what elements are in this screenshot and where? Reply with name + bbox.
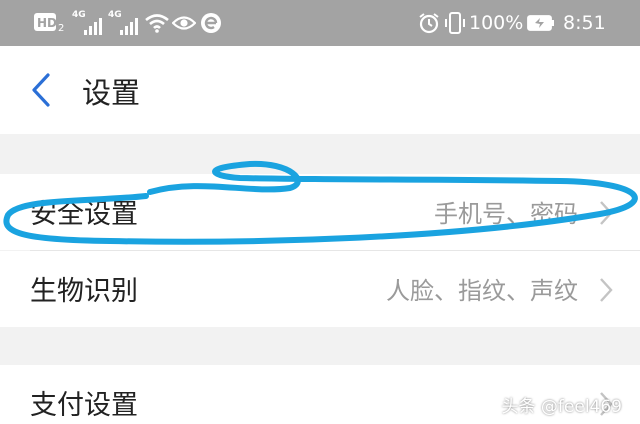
status-bar: HD 2 4G 4G 100% 8:51 [0, 0, 640, 46]
settings-row-security[interactable]: 安全设置 手机号、密码 [0, 174, 640, 250]
header: 设置 [0, 46, 640, 134]
hd-icon: HD 2 [34, 0, 66, 46]
watermark: 头条 @feel469 [501, 397, 622, 417]
svg-text:4G: 4G [108, 10, 122, 20]
clock: 8:51 [563, 12, 606, 34]
signal-icon: 4G [72, 0, 104, 46]
vibrate-icon [444, 0, 466, 46]
svg-text:4G: 4G [72, 10, 86, 20]
row-label: 安全设置 [30, 199, 138, 230]
settings-row-biometrics[interactable]: 生物识别 人脸、指纹、声纹 [0, 251, 640, 327]
battery-percent: 100% [469, 12, 524, 34]
svg-text:2: 2 [58, 23, 64, 34]
section-gap [0, 327, 640, 365]
chevron-right-icon [600, 278, 613, 302]
page-title: 设置 [82, 76, 141, 110]
row-label: 生物识别 [30, 276, 138, 307]
e-app-icon [200, 0, 222, 46]
row-value: 手机号、密码 [434, 200, 578, 228]
signal-icon: 4G [108, 0, 140, 46]
battery-charging-icon [527, 0, 555, 46]
eye-icon [172, 0, 196, 46]
svg-text:HD: HD [37, 16, 57, 30]
wifi-icon [144, 0, 170, 46]
alarm-icon [418, 0, 440, 46]
row-value: 人脸、指纹、声纹 [386, 277, 578, 305]
chevron-right-icon [600, 201, 613, 225]
chevron-left-icon [32, 73, 50, 107]
section-gap [0, 134, 640, 174]
back-button[interactable] [28, 72, 56, 108]
row-label: 支付设置 [30, 390, 138, 421]
